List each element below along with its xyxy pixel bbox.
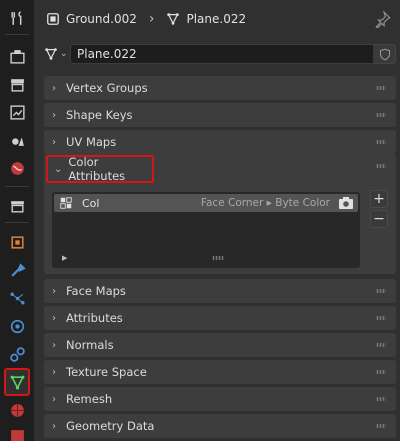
breadcrumb-mesh-name: Plane.022 — [186, 12, 247, 26]
panel-label: Vertex Groups — [66, 81, 148, 95]
mesh-data-icon — [167, 13, 180, 25]
panel-color-attributes: ⌄ Color Attributes Col Face Corner ▸ Byt… — [44, 154, 396, 274]
panel-label: Color Attributes — [68, 155, 126, 183]
panel-label: Remesh — [66, 392, 113, 406]
panel-label: Geometry Data — [66, 419, 155, 433]
object-icon[interactable] — [5, 230, 29, 254]
panel-geometry-data[interactable]: › Geometry Data — [44, 414, 396, 438]
list-resize-handle-icon[interactable] — [212, 256, 224, 260]
chevron-right-icon: › — [52, 136, 56, 148]
tool-icon[interactable] — [5, 6, 29, 30]
fake-user-button[interactable] — [374, 44, 396, 64]
color-attribute-list: Col Face Corner ▸ Byte Color ▶ — [52, 192, 360, 268]
object-data-icon — [47, 13, 59, 25]
drag-handle-icon[interactable] — [376, 370, 386, 374]
texture-icon[interactable] — [5, 424, 29, 441]
color-attributes-header[interactable]: ⌄ Color Attributes — [46, 155, 154, 183]
add-attribute-button[interactable]: + — [370, 190, 388, 208]
panel-shape-keys[interactable]: › Shape Keys — [44, 103, 396, 127]
attribute-domain: Face Corner ▸ Byte Color — [200, 197, 330, 209]
modifier-icon[interactable] — [5, 258, 29, 282]
constraints-icon[interactable] — [5, 342, 29, 366]
panel-remesh[interactable]: › Remesh — [44, 387, 396, 411]
panel-normals[interactable]: › Normals — [44, 333, 396, 357]
chevron-right-icon: › — [52, 312, 56, 324]
breadcrumb-mesh: Plane.022 — [166, 12, 246, 26]
vertex-color-icon — [60, 197, 72, 209]
mesh-data-icon — [45, 48, 57, 60]
chevron-right-icon: › — [52, 339, 56, 351]
attribute-name: Col — [82, 196, 100, 210]
chevron-right-icon: › — [52, 82, 56, 94]
chevron-down-icon: ⌄ — [60, 49, 68, 59]
drag-handle-icon[interactable] — [376, 140, 386, 144]
material-icon[interactable] — [5, 398, 29, 422]
chevron-right-icon: › — [52, 109, 56, 121]
breadcrumb-object: Ground.002 — [46, 12, 137, 26]
physics-icon[interactable] — [5, 314, 29, 338]
drag-handle-icon[interactable] — [376, 86, 386, 90]
panel-label: Normals — [66, 338, 114, 352]
drag-handle-icon[interactable] — [376, 316, 386, 320]
remove-attribute-button[interactable]: − — [370, 210, 388, 228]
mesh-datablock-selector: ⌄ Plane.022 — [44, 44, 396, 64]
chevron-right-icon: › — [52, 366, 56, 378]
output-icon[interactable] — [5, 72, 29, 96]
panel-label: Face Maps — [66, 284, 126, 298]
panel-vertex-groups[interactable]: › Vertex Groups — [44, 76, 396, 100]
breadcrumb-object-name: Ground.002 — [66, 12, 137, 26]
panel-attributes[interactable]: › Attributes — [44, 306, 396, 330]
toolbar-separator — [5, 34, 29, 35]
drag-handle-icon[interactable] — [376, 343, 386, 347]
panel-texture-space[interactable]: › Texture Space — [44, 360, 396, 384]
mesh-name-field[interactable]: Plane.022 — [70, 44, 374, 64]
data-icon[interactable] — [4, 368, 30, 396]
camera-icon[interactable] — [338, 196, 354, 210]
toolbar-separator — [5, 222, 29, 223]
drag-handle-icon[interactable] — [376, 289, 386, 293]
list-item[interactable]: Col Face Corner ▸ Byte Color — [54, 194, 358, 212]
panel-label: UV Maps — [66, 135, 117, 149]
mesh-browse-button[interactable]: ⌄ — [44, 44, 70, 64]
chevron-right-icon: › — [52, 285, 56, 297]
chevron-right-icon: › — [52, 393, 56, 405]
view-layer-icon[interactable] — [5, 100, 29, 124]
drag-handle-icon[interactable] — [376, 424, 386, 428]
properties-main: ⌄ Plane.022 › Vertex Groups › Shape Keys… — [34, 38, 400, 441]
panel-label: Shape Keys — [66, 108, 133, 122]
panel-uv-maps[interactable]: › UV Maps — [44, 130, 396, 154]
pin-icon[interactable] — [374, 10, 392, 28]
shield-icon — [379, 48, 390, 60]
panel-face-maps[interactable]: › Face Maps — [44, 279, 396, 303]
properties-header: Ground.002 › Plane.022 — [34, 0, 400, 38]
list-filter-toggle-icon[interactable]: ▶ — [62, 254, 67, 262]
panel-label: Attributes — [66, 311, 123, 325]
chevron-down-icon: ⌄ — [54, 163, 63, 175]
particles-icon[interactable] — [5, 286, 29, 310]
render-icon[interactable] — [5, 44, 29, 68]
panel-label: Texture Space — [66, 365, 147, 379]
chevron-right-icon: › — [148, 11, 155, 27]
drag-handle-icon[interactable] — [376, 397, 386, 401]
drag-handle-icon[interactable] — [376, 113, 386, 117]
toolbar-separator — [5, 186, 29, 187]
drag-handle-icon[interactable] — [376, 164, 386, 168]
world-icon[interactable] — [5, 156, 29, 180]
collection-icon[interactable] — [5, 194, 29, 218]
scene-icon[interactable] — [5, 128, 29, 152]
chevron-right-icon: › — [52, 420, 56, 432]
properties-toolbar — [0, 0, 34, 441]
